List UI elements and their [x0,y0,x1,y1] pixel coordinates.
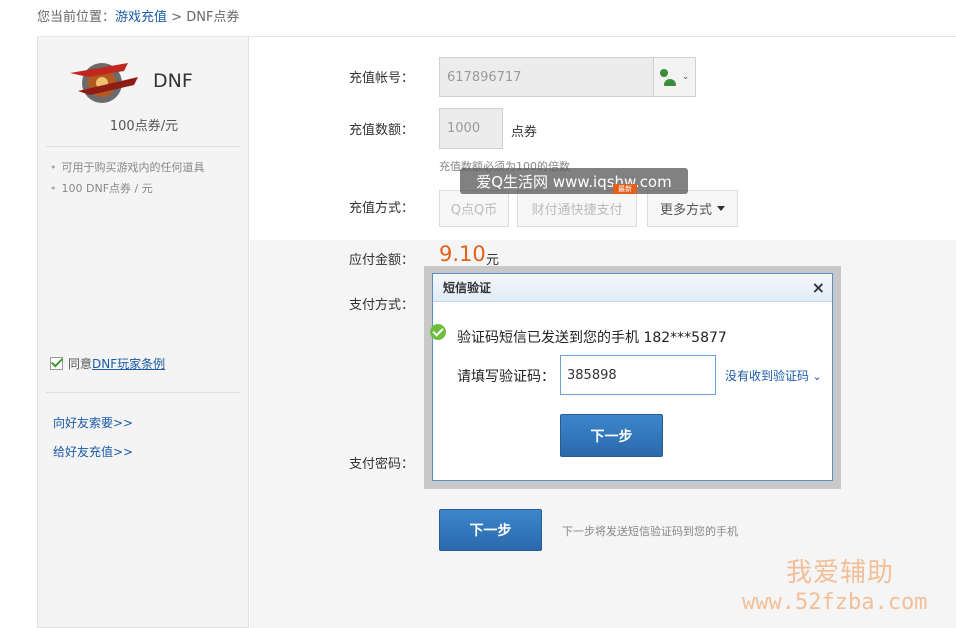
chevron-down-icon: ⌄ [681,72,690,82]
account-picker-button[interactable]: ⌄ [653,57,696,97]
method-qcoin[interactable]: Q点Q币 [439,190,509,227]
agree-checkbox[interactable] [50,357,63,370]
no-code-received-link[interactable]: 没有收到验证码 [725,367,822,384]
agree-checkbox-row[interactable]: 同意 DNF玩家条例 [50,355,165,372]
watermark-tag: 最新 [613,184,637,194]
sidebar: DNF 100点券/元 可用于购买游戏内的任何道具 100 DNF点券 / 元 … [37,37,249,628]
dialog-title: 短信验证 [443,281,492,295]
method-tenpay[interactable]: 财付通快捷支付 [517,190,637,227]
agree-text: 同意 [68,357,93,371]
watermark-strip: 爱Q生活网 www.iqshw.com [460,168,688,194]
pay-method-label: 支付方式： [349,298,415,313]
recharge-friend-link[interactable]: 给好友充值>> [53,443,133,460]
sms-sent-message: 验证码短信已发送到您的手机 182***5877 [457,330,727,346]
dialog-next-button[interactable]: 下一步 [560,414,663,457]
quantity-unit: 点券 [511,125,538,140]
game-name: DNF [153,70,193,92]
breadcrumb: 您当前位置：游戏充值 > DNF点券 [37,6,239,25]
watermark-site-url: www.52fzba.com [742,590,928,615]
ask-friend-link[interactable]: 向好友索要>> [53,414,133,431]
method-label: 充值方式： [349,201,415,216]
watermark-site-name: 我爱辅助 [786,558,895,588]
breadcrumb-link-recharge[interactable]: 游戏充值 [115,10,167,25]
dnf-logo-icon [70,63,138,103]
player-terms-link[interactable]: DNF玩家条例 [92,355,165,372]
success-check-icon [430,324,446,340]
sms-verify-dialog: 短信验证 × 验证码短信已发送到您的手机 182***5877 请填写验证码： … [430,273,833,481]
dialog-header: 短信验证 × [433,274,832,302]
method-more-dropdown[interactable]: 更多方式 [647,190,738,227]
next-step-note: 下一步将发送短信验证码到您的手机 [562,525,738,538]
account-input[interactable]: 617896717 [439,57,654,97]
password-label: 支付密码： [349,457,415,472]
sidebar-divider [46,146,240,147]
close-icon[interactable]: × [812,278,825,297]
amount-label: 应付金额： [349,253,415,268]
account-label: 充值帐号： [349,71,415,86]
amount-value: 9.10 [439,242,486,266]
user-icon [659,69,668,77]
quantity-input[interactable]: 1000 [439,108,503,149]
code-label: 请填写验证码： [457,369,555,385]
sidebar-divider [46,392,240,393]
price-rate: 100点券/元 [109,119,179,134]
breadcrumb-current: DNF点券 [186,10,240,25]
breadcrumb-prefix: 您当前位置： [37,10,116,25]
verification-code-input[interactable] [560,355,716,395]
sidebar-bullet: 可用于购买游戏内的任何道具 [50,159,205,175]
sidebar-bullet: 100 DNF点券 / 元 [50,180,153,196]
next-step-button[interactable]: 下一步 [439,509,542,551]
breadcrumb-separator: > [167,10,187,25]
quantity-label: 充值数额： [349,123,415,138]
